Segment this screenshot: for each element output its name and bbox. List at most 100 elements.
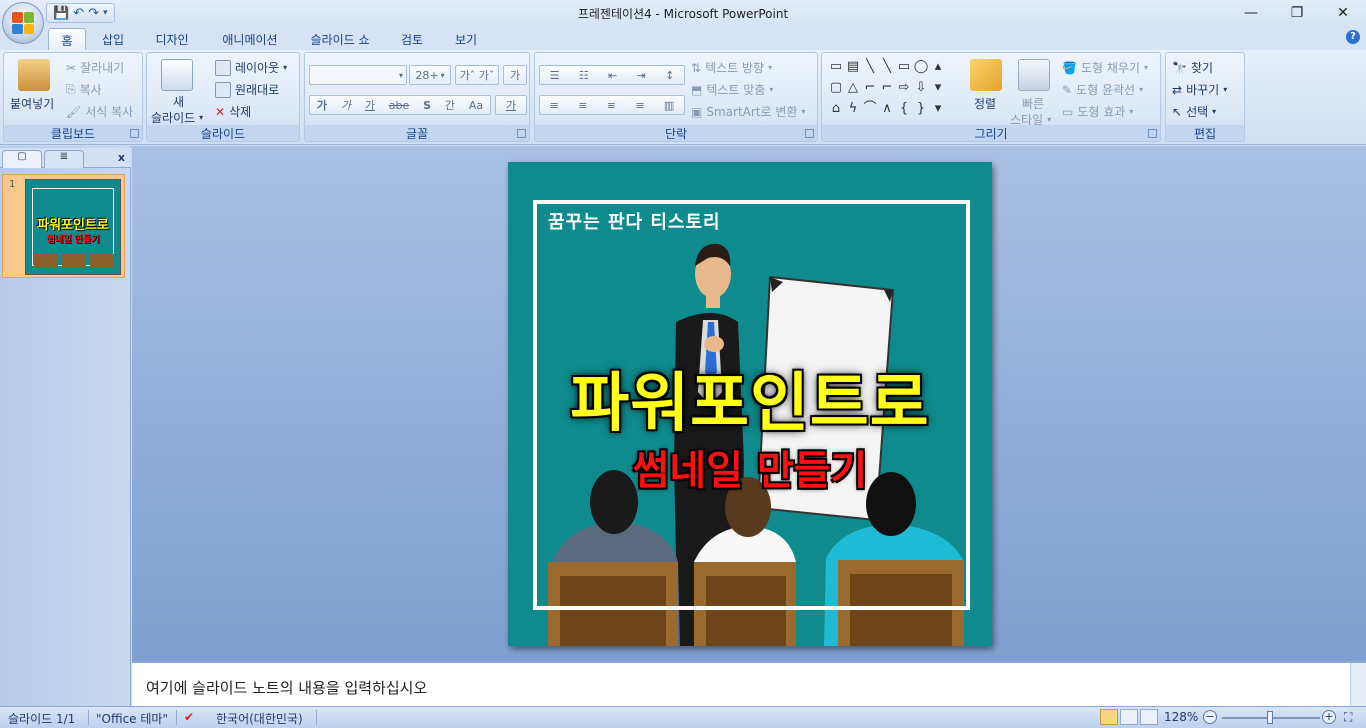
tab-design[interactable]: 디자인 [146, 28, 198, 50]
slide-canvas[interactable]: 꿈꾸는 판다 티스토리 파워포인트로 썸네일 만들기 [508, 162, 992, 646]
shape-outline-button[interactable]: ✎ 도형 윤곽선 ▾ [1062, 81, 1143, 98]
char-spacing-button[interactable]: 간 [445, 97, 455, 113]
help-icon[interactable]: ? [1346, 30, 1360, 44]
new-slide-button[interactable]: 슬라이드 ▾ [151, 109, 203, 126]
tab-view[interactable]: 보기 [444, 28, 488, 50]
font-name-select[interactable]: ▾ [309, 65, 407, 85]
delete-icon: ✕ [215, 104, 226, 119]
drawing-launcher-icon[interactable] [1148, 129, 1157, 138]
tab-insert[interactable]: 삽입 [92, 28, 134, 50]
underline-button[interactable]: 가 [365, 97, 375, 113]
slide-caption[interactable]: 꿈꾸는 판다 티스토리 [548, 208, 721, 234]
normal-view-icon[interactable] [1100, 709, 1118, 725]
ribbon: 붙여넣기 ✂ 잘라내기 ⎘ 복사 🖌 서식 복사 클립보드 새 슬라이드 ▾ 레이아웃 ▾… [0, 50, 1366, 145]
cut-button[interactable]: ✂ 잘라내기 [66, 59, 124, 76]
align-text-button[interactable]: ⬒ 텍스트 맞춤 ▾ [691, 81, 773, 98]
justify-icon[interactable]: ≡ [635, 99, 644, 112]
font-group: ▾ 28+ ▾ 가ˆ 가ˇ 가 가 가 가 abe S 간 Aa 가 글꼴 [304, 52, 530, 142]
paste-button[interactable]: 붙여넣기 [10, 95, 54, 112]
paste-icon [18, 59, 50, 91]
select-button[interactable]: ↖ 선택 ▾ [1172, 103, 1216, 120]
increase-indent-icon[interactable]: ⇥ [637, 69, 646, 82]
restore-button[interactable]: ❐ [1274, 0, 1320, 26]
paragraph-group: ☰ ☷ ⇤ ⇥ ↕ ≡ ≡ ≡ ≡ ▥ ⇅ 텍스트 방향 ▾ ⬒ 텍스트 맞춤 ▾ ▣ S… [534, 52, 818, 142]
tab-outline-icon[interactable]: ≣ [44, 150, 84, 168]
slide-sorter-view-icon[interactable] [1120, 709, 1138, 725]
zoom-out-button[interactable]: − [1203, 710, 1217, 724]
reset-button[interactable]: 원래대로 [215, 81, 279, 98]
title-bar: 💾 ↶ ↷ ▾ 프레젠테이션4 - Microsoft PowerPoint —… [0, 0, 1366, 44]
notes-pane[interactable]: 여기에 슬라이드 노트의 내용을 입력하십시오 [132, 661, 1366, 706]
columns-icon[interactable]: ▥ [664, 99, 674, 112]
tab-review[interactable]: 검토 [392, 28, 432, 50]
close-button[interactable]: ✕ [1320, 0, 1366, 26]
align-right-icon[interactable]: ≡ [607, 99, 616, 112]
editing-group-label: 편집 [1166, 125, 1244, 141]
clipboard-launcher-icon[interactable] [130, 129, 139, 138]
layout-button[interactable]: 레이아웃 ▾ [215, 59, 287, 76]
align-center-icon[interactable]: ≡ [578, 99, 587, 112]
bold-button[interactable]: 가 [317, 97, 327, 113]
paragraph-group-label: 단락 [535, 125, 817, 141]
zoom-in-button[interactable]: + [1322, 710, 1336, 724]
pane-close-button[interactable]: x [118, 151, 125, 164]
notes-placeholder[interactable]: 여기에 슬라이드 노트의 내용을 입력하십시오 [146, 677, 427, 698]
replace-button[interactable]: ⇄ 바꾸기 ▾ [1172, 81, 1227, 98]
drawing-group: ▭ ▤ ╲ ╲ ▭ ◯ ▴ ▢ △ ⌐ ⌐ ⇨ ⇩ ▾ ⌂ ϟ ⌒ ∧{} ▾ 정렬 빠른 스타일 ▾ 🪣 도형 채… [821, 52, 1161, 142]
list-indent-bar: ☰ ☷ ⇤ ⇥ ↕ [539, 65, 685, 85]
bullets-icon[interactable]: ☰ [550, 69, 560, 82]
smartart-button[interactable]: ▣ SmartArt로 변환 ▾ [691, 103, 805, 120]
office-button[interactable] [2, 2, 44, 44]
new-slide-label-1[interactable]: 새 [173, 93, 184, 110]
shape-effects-button[interactable]: ▭ 도형 효과 ▾ [1062, 103, 1133, 120]
change-case-button[interactable]: Aa [469, 99, 483, 112]
grow-shrink-font[interactable]: 가ˆ 가ˇ [455, 65, 499, 85]
drawing-group-label: 그리기 [822, 125, 1160, 141]
align-left-icon[interactable]: ≡ [550, 99, 559, 112]
notes-scrollbar[interactable] [1350, 663, 1366, 706]
strikethrough-button[interactable]: abe [389, 99, 410, 112]
find-button[interactable]: 🔭 찾기 [1172, 59, 1213, 76]
paragraph-launcher-icon[interactable] [805, 129, 814, 138]
slides-group: 새 슬라이드 ▾ 레이아웃 ▾ 원래대로 ✕ 삭제 슬라이드 [146, 52, 300, 142]
font-color-button[interactable]: 가 [495, 95, 527, 115]
font-group-label: 글꼴 [305, 125, 529, 141]
fit-to-window-icon[interactable]: ⛶ [1344, 710, 1352, 725]
quick-styles-label-1[interactable]: 빠른 [1022, 95, 1044, 112]
slide-title[interactable]: 파워포인트로 [508, 352, 992, 444]
font-size-select[interactable]: 28+ ▾ [409, 65, 451, 85]
italic-button[interactable]: 가 [341, 97, 351, 113]
slide-count-status: 슬라이드 1/1 [8, 712, 76, 726]
slide-subtitle[interactable]: 썸네일 만들기 [508, 438, 992, 496]
shape-fill-button[interactable]: 🪣 도형 채우기 ▾ [1062, 59, 1148, 76]
font-launcher-icon[interactable] [517, 129, 526, 138]
arrange-button[interactable]: 정렬 [974, 95, 996, 112]
shadow-button[interactable]: S [423, 99, 431, 112]
spellcheck-icon[interactable]: ✔ [184, 710, 194, 724]
minimize-button[interactable]: — [1228, 0, 1274, 26]
text-direction-button[interactable]: ⇅ 텍스트 방향 ▾ [691, 59, 772, 76]
zoom-level[interactable]: 128% [1164, 710, 1198, 724]
align-text-icon: ⬒ [691, 82, 703, 97]
scissors-icon: ✂ [66, 60, 77, 75]
decrease-indent-icon[interactable]: ⇤ [608, 69, 617, 82]
arrange-icon [970, 59, 1002, 91]
copy-button[interactable]: ⎘ 복사 [66, 81, 102, 98]
numbering-icon[interactable]: ☷ [579, 69, 589, 82]
delete-button[interactable]: ✕ 삭제 [215, 103, 251, 120]
slide-thumbnail[interactable]: 1 파워포인트로 썸네일 만들기 [2, 174, 125, 278]
tab-animations[interactable]: 애니메이션 [212, 28, 288, 50]
slideshow-view-icon[interactable] [1140, 709, 1158, 725]
clear-format-button[interactable]: 가 [503, 65, 527, 85]
tab-slideshow[interactable]: 슬라이드 쇼 [300, 28, 380, 50]
line-spacing-icon[interactable]: ↕ [665, 69, 674, 82]
shapes-gallery[interactable]: ▭ ▤ ╲ ╲ ▭ ◯ ▴ ▢ △ ⌐ ⌐ ⇨ ⇩ ▾ ⌂ ϟ ⌒ ∧{} ▾ [828, 57, 950, 121]
ribbon-tabs: 홈 삽입 디자인 애니메이션 슬라이드 쇼 검토 보기 ? [0, 26, 1366, 50]
format-painter-button[interactable]: 🖌 서식 복사 [66, 103, 133, 120]
pane-tabs: ▢ ≣ x [0, 148, 131, 168]
zoom-slider-thumb[interactable] [1267, 711, 1273, 724]
language-status[interactable]: 한국어(대한민국) [216, 710, 303, 727]
tab-slides-icon[interactable]: ▢ [2, 150, 42, 168]
theme-status[interactable]: "Office 테마" [96, 710, 168, 727]
tab-home[interactable]: 홈 [48, 28, 86, 50]
